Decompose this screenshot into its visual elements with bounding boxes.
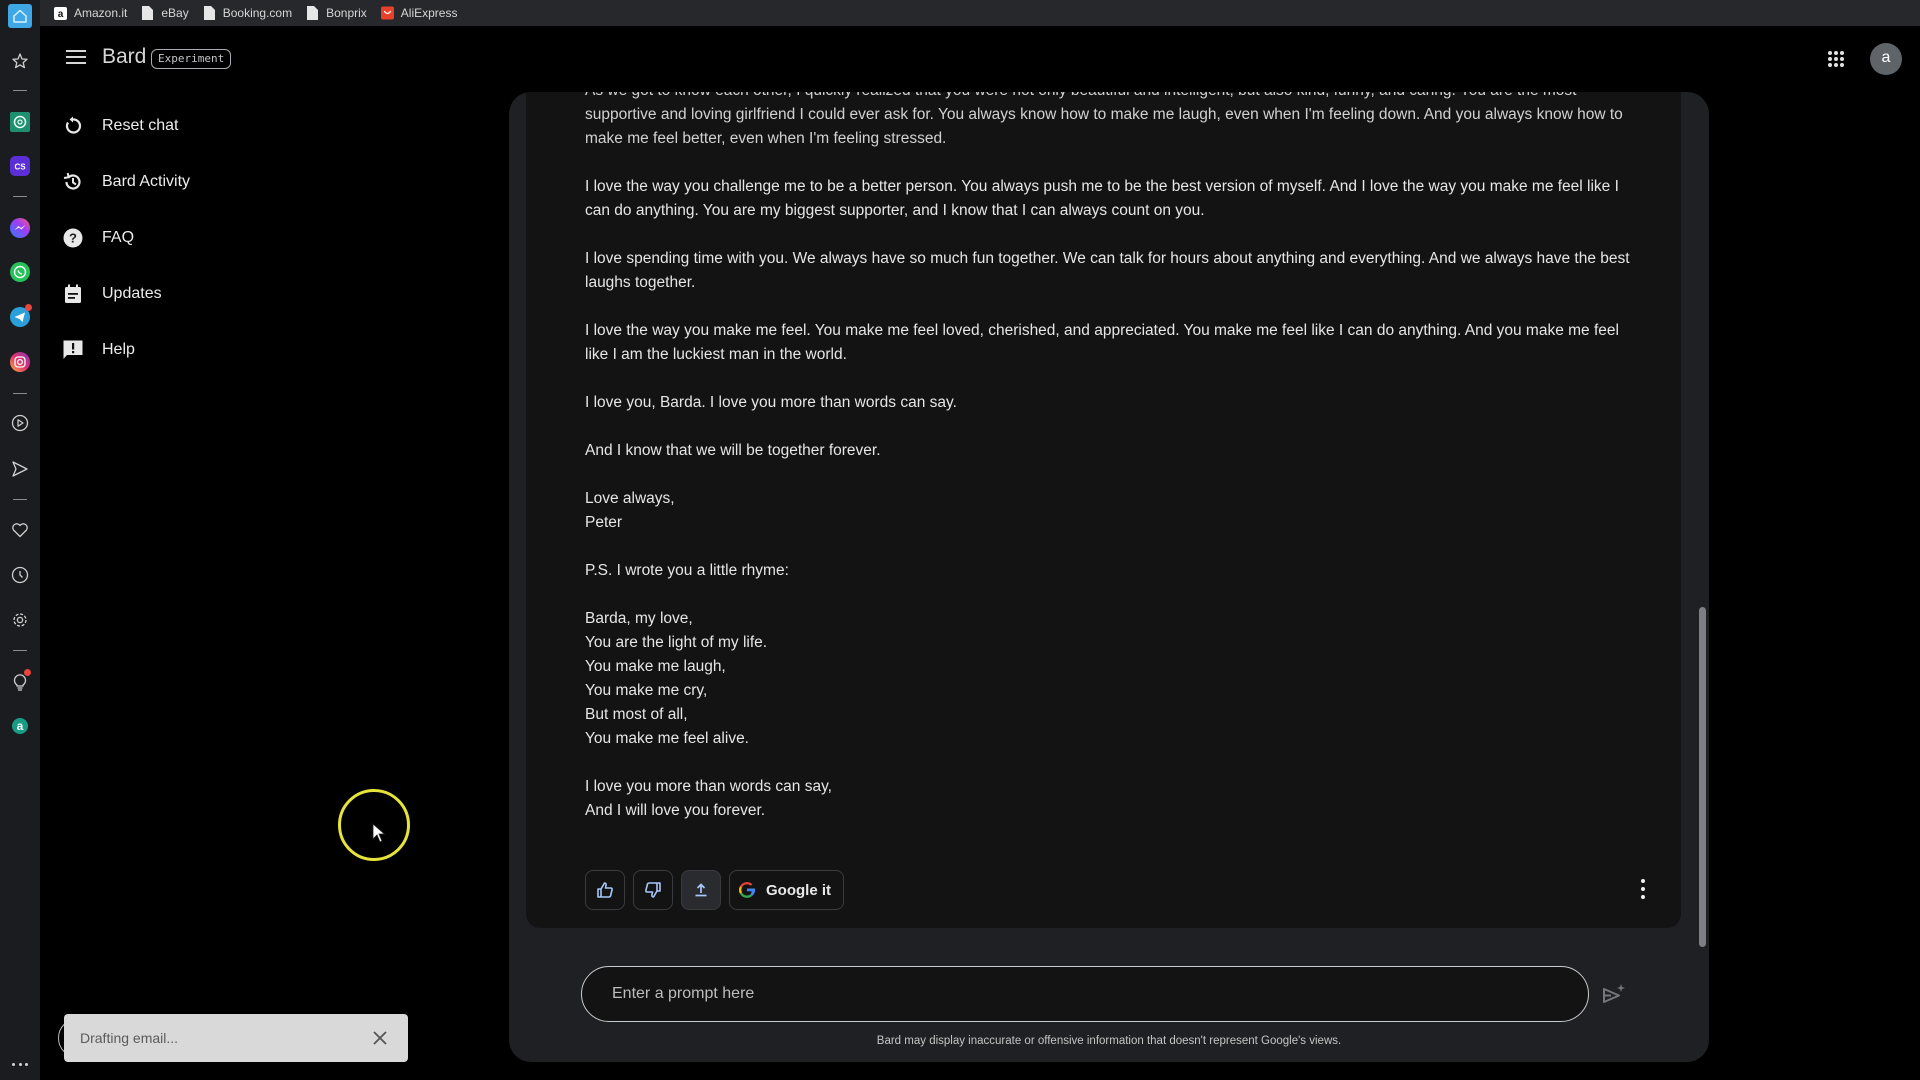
lightbulb-icon[interactable] xyxy=(8,669,32,694)
toast-text: Drafting email... xyxy=(80,1030,179,1046)
main-menu-button[interactable] xyxy=(66,50,86,66)
home-icon[interactable] xyxy=(8,4,32,28)
bookmark-bonprix[interactable]: Bonprix xyxy=(306,6,367,20)
mouse-pointer-icon xyxy=(372,823,386,843)
sidebar-item-updates[interactable]: Updates xyxy=(62,278,190,310)
scrollbar-thumb[interactable] xyxy=(1699,607,1706,947)
bookmark-label: Amazon.it xyxy=(74,6,128,20)
response-paragraph: As we got to know each other, I quickly … xyxy=(585,92,1623,147)
google-apps-button[interactable] xyxy=(1828,51,1844,67)
cs-icon[interactable]: CS xyxy=(8,154,32,178)
aliexpress-icon xyxy=(380,6,394,20)
rail-divider xyxy=(13,196,27,197)
share-icon xyxy=(695,883,707,897)
heart-icon[interactable] xyxy=(8,518,32,542)
instagram-icon[interactable] xyxy=(8,350,32,374)
app-title: Bard xyxy=(102,45,147,68)
conversation-panel: As we got to know each other, I quickly … xyxy=(509,92,1709,1062)
bookmark-label: eBay xyxy=(161,6,189,20)
response-paragraph: And I know that we will be together fore… xyxy=(585,442,881,459)
disclaimer-text: Bard may display inaccurate or offensive… xyxy=(876,1035,1342,1047)
sidebar-item-label: FAQ xyxy=(102,229,135,246)
browser-side-rail: CS a xyxy=(0,0,40,1080)
notification-dot xyxy=(24,669,31,676)
send-icon xyxy=(1603,984,1625,1003)
rail-divider xyxy=(13,90,27,91)
send-icon[interactable] xyxy=(8,457,32,481)
sidebar-nav: Reset chat Bard Activity ? FAQ Updates H… xyxy=(62,110,190,390)
sidebar-item-faq[interactable]: ? FAQ xyxy=(62,222,190,254)
amazon-icon: a xyxy=(54,6,67,20)
help-circle-icon: ? xyxy=(62,227,84,249)
send-button[interactable] xyxy=(1601,980,1629,1008)
sidebar-item-label: Reset chat xyxy=(102,117,179,134)
response-paragraph: I love spending time with you. We always… xyxy=(585,250,1630,291)
page-icon xyxy=(306,6,319,20)
clock-icon[interactable] xyxy=(8,563,32,587)
play-icon[interactable] xyxy=(8,411,32,435)
svg-text:?: ? xyxy=(69,231,77,246)
gear-icon[interactable] xyxy=(8,608,32,632)
page-icon xyxy=(141,6,154,20)
bookmark-label: Bonprix xyxy=(326,6,367,20)
bookmark-ebay[interactable]: eBay xyxy=(141,6,189,20)
sidebar-item-label: Updates xyxy=(102,285,162,302)
drafting-toast: Drafting email... xyxy=(64,1014,408,1062)
prompt-input[interactable] xyxy=(581,966,1589,1022)
messenger-icon[interactable] xyxy=(8,216,32,240)
bookmark-booking[interactable]: Booking.com xyxy=(203,6,292,20)
bookmark-amazon[interactable]: a Amazon.it xyxy=(54,6,127,20)
sidebar-item-help[interactable]: Help xyxy=(62,334,190,366)
chatgpt-icon[interactable] xyxy=(8,110,32,134)
rail-divider xyxy=(13,499,27,500)
thumbs-up-button[interactable] xyxy=(585,870,625,910)
response-actions: Google it xyxy=(585,870,844,910)
sidebar-item-label: Bard Activity xyxy=(102,173,191,190)
response-paragraph: P.S. I wrote you a little rhyme: xyxy=(585,562,789,579)
sidebar-item-reset-chat[interactable]: Reset chat xyxy=(62,110,190,142)
svg-text:a: a xyxy=(58,9,64,20)
response-paragraph: Barda, my love, You are the light of my … xyxy=(585,610,768,747)
star-icon[interactable] xyxy=(8,49,32,73)
rail-divider xyxy=(13,393,27,394)
rail-divider xyxy=(13,650,27,651)
calendar-icon xyxy=(62,283,84,305)
response-paragraph: I love you more than words can say, And … xyxy=(585,778,832,819)
close-icon xyxy=(373,1031,387,1045)
bookmarks-bar: a Amazon.it eBay Booking.com Bonprix Ali… xyxy=(40,0,1920,26)
response-text: As we got to know each other, I quickly … xyxy=(585,92,1645,847)
notification-dot xyxy=(25,304,32,311)
response-paragraph: I love the way you make me feel. You mak… xyxy=(585,322,1619,363)
reset-icon xyxy=(62,115,84,137)
thumbs-down-button[interactable] xyxy=(633,870,673,910)
response-paragraph: I love the way you challenge me to be a … xyxy=(585,178,1619,219)
response-paragraph: Love always, Peter xyxy=(585,490,675,531)
telegram-icon[interactable] xyxy=(8,304,32,329)
share-button[interactable] xyxy=(681,870,721,910)
feedback-icon xyxy=(62,339,84,361)
bookmark-label: AliExpress xyxy=(400,6,458,20)
a-app-icon[interactable]: a xyxy=(8,714,32,738)
google-it-button[interactable]: Google it xyxy=(729,870,844,910)
bookmark-label: Booking.com xyxy=(222,6,293,20)
google-it-label: Google it xyxy=(766,881,831,899)
sidebar-item-label: Help xyxy=(102,341,135,358)
history-icon xyxy=(62,171,84,193)
account-avatar[interactable]: a xyxy=(1870,43,1902,75)
a-app-letter: a xyxy=(17,719,24,733)
bookmark-aliexpress[interactable]: AliExpress xyxy=(380,6,458,20)
response-paragraph: I love you, Barda. I love you more than … xyxy=(585,394,957,411)
more-icon[interactable] xyxy=(12,1063,28,1066)
sidebar-item-bard-activity[interactable]: Bard Activity xyxy=(62,166,190,198)
more-options-button[interactable] xyxy=(1639,879,1647,899)
thumbs-down-icon xyxy=(645,882,661,898)
response-card: As we got to know each other, I quickly … xyxy=(526,92,1681,928)
google-g-icon xyxy=(739,882,756,898)
close-toast-button[interactable] xyxy=(360,1018,400,1058)
cs-label: CS xyxy=(14,163,26,172)
page-icon xyxy=(203,6,216,20)
whatsapp-icon[interactable] xyxy=(8,260,32,284)
experiment-badge: Experiment xyxy=(151,49,232,69)
thumbs-up-icon xyxy=(597,882,613,898)
